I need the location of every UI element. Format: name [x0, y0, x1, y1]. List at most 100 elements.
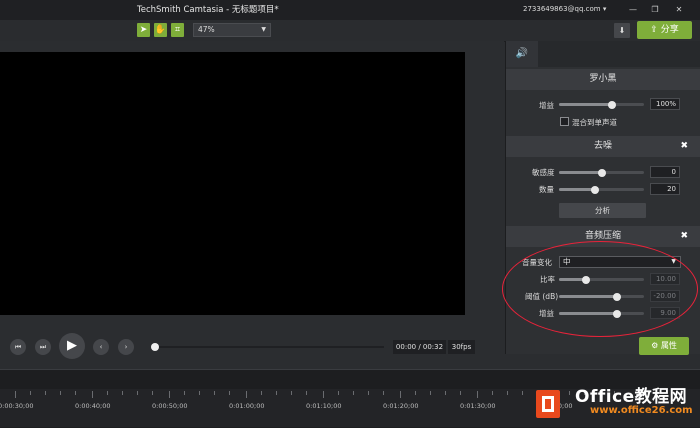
amount-label: 数量 — [539, 185, 554, 194]
gain-slider-knob[interactable] — [607, 100, 616, 109]
timeline-label: 0:01:20;00 — [383, 402, 419, 410]
close-icon[interactable]: ✖ — [680, 226, 688, 247]
close-icon[interactable]: ✕ — [672, 3, 686, 17]
timeline-tick — [383, 391, 384, 395]
step-forward-icon[interactable]: ⏭ — [35, 339, 51, 355]
timeline-tick — [169, 391, 170, 398]
watermark-title: Office教程网 — [575, 387, 688, 407]
close-icon[interactable]: ✖ — [680, 136, 688, 157]
timeline-label: 0:01:10;00 — [306, 402, 342, 410]
toolbar — [0, 20, 700, 42]
amount-slider-knob[interactable] — [590, 185, 599, 194]
crop-tool-icon[interactable]: ⌗ — [171, 23, 184, 37]
timeline-tick — [368, 391, 369, 395]
sensitivity-slider-fill — [559, 171, 602, 174]
timeline-tick — [261, 391, 262, 395]
amount-slider[interactable] — [559, 185, 644, 194]
gear-icon: ⚙ — [651, 341, 659, 350]
timeline-tick — [323, 391, 324, 398]
office-logo-icon — [536, 390, 560, 418]
watermark-url: www.office26.com — [590, 405, 693, 416]
amount-slider-fill — [559, 188, 595, 191]
sensitivity-value[interactable]: 0 — [650, 166, 680, 178]
timeline-tick — [60, 391, 61, 395]
amount-value[interactable]: 20 — [650, 183, 680, 195]
speaker-icon[interactable]: 🔊 — [506, 41, 538, 67]
zoom-value: 47% — [198, 25, 215, 34]
timeline-tick — [291, 391, 292, 395]
gain-value[interactable]: 100% — [650, 98, 680, 110]
timeline-tick — [306, 391, 307, 395]
timeline-tick — [92, 391, 93, 398]
timeline-tick — [107, 391, 108, 395]
timeline-tick — [229, 391, 230, 395]
timeline-tick — [477, 391, 478, 398]
section-denoise-title: 去噪 — [593, 141, 612, 151]
timeline-tick — [214, 391, 215, 395]
timeline-tick — [338, 391, 339, 395]
minimize-icon[interactable]: — — [626, 3, 640, 17]
annotation-oval — [502, 241, 698, 337]
sensitivity-label: 敏感度 — [532, 168, 555, 177]
timeline-tick — [400, 391, 401, 398]
sensitivity-slider-knob[interactable] — [597, 168, 606, 177]
timecode: 00:00 / 00:32 — [393, 340, 446, 354]
fps-display: 30fps — [448, 340, 475, 354]
timeline-tick — [184, 391, 185, 395]
scrubber-handle[interactable] — [151, 343, 159, 351]
window-title: TechSmith Camtasia - 无标题项目* — [137, 5, 279, 15]
upload-icon: ⇪ — [650, 25, 658, 35]
gain-label: 增益 — [539, 101, 554, 110]
timeline-tick — [137, 391, 138, 395]
next-icon[interactable]: › — [118, 339, 134, 355]
timeline-tick — [45, 391, 46, 395]
mono-checkbox[interactable] — [560, 117, 569, 126]
timeline-tick — [122, 391, 123, 395]
timeline-label: 0:01:30;00 — [460, 402, 496, 410]
properties-label: 属性 — [660, 341, 677, 350]
properties-button[interactable]: ⚙ 属性 — [639, 337, 689, 355]
timeline-tick — [15, 391, 16, 398]
gain-slider[interactable] — [559, 100, 644, 109]
zoom-select[interactable]: 47% ▼ — [193, 23, 271, 37]
maximize-icon[interactable]: ❐ — [648, 3, 662, 17]
timeline-label: 0:00:40;00 — [75, 402, 111, 410]
share-label: 分享 — [660, 25, 679, 35]
timeline-tick — [507, 391, 508, 395]
timeline-tick — [30, 391, 31, 395]
chevron-down-icon: ▼ — [261, 26, 266, 33]
timeline-tick — [415, 391, 416, 395]
timeline-tick — [492, 391, 493, 395]
timeline-tick — [460, 391, 461, 395]
account-menu[interactable]: 2733649863@qq.com ▾ — [523, 5, 606, 13]
timeline-tick — [199, 391, 200, 395]
section-voice-title: 罗小黑 — [589, 74, 617, 84]
play-icon[interactable]: ▶ — [59, 333, 85, 359]
timeline-tick — [246, 391, 247, 398]
timeline-tick — [353, 391, 354, 395]
timeline-label: 0:00:30;00 — [0, 402, 34, 410]
timeline-tick — [276, 391, 277, 395]
analyze-button[interactable]: 分析 — [559, 203, 646, 218]
select-tool-icon[interactable]: ➤ — [137, 23, 150, 37]
step-back-icon[interactable]: ⏮ — [10, 339, 26, 355]
previous-icon[interactable]: ‹ — [93, 339, 109, 355]
mono-label: 混合到单声道 — [572, 118, 617, 127]
download-icon[interactable]: ⬇ — [614, 23, 630, 38]
pan-tool-icon[interactable]: ✋ — [154, 23, 167, 37]
timeline-tick — [75, 391, 76, 395]
timeline-label: 0:01:00;00 — [229, 402, 265, 410]
section-voice: 罗小黑 — [506, 69, 700, 90]
timeline-tick — [445, 391, 446, 395]
share-button[interactable]: ⇪ 分享 — [637, 21, 692, 39]
sensitivity-slider[interactable] — [559, 168, 644, 177]
timeline-tick — [522, 391, 523, 395]
scrubber-track[interactable] — [159, 346, 384, 348]
timeline-label: 0:00:50;00 — [152, 402, 188, 410]
section-denoise: 去噪 ✖ — [506, 136, 700, 157]
section-compression-title: 音频压缩 — [584, 231, 621, 241]
timeline-tick — [569, 391, 570, 395]
timeline-tick — [430, 391, 431, 395]
video-canvas[interactable] — [0, 52, 465, 315]
timeline-tick — [152, 391, 153, 395]
